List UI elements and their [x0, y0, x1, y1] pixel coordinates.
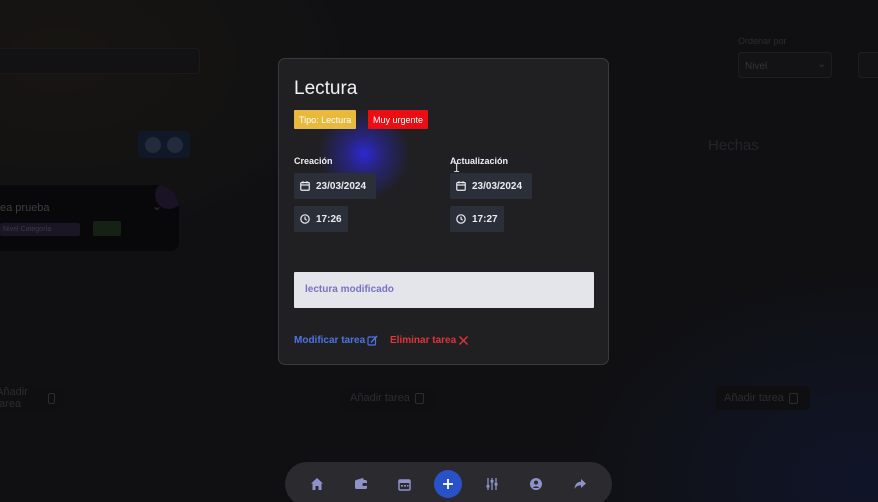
created-date: 23/03/2024: [294, 173, 376, 199]
clock-icon: [300, 214, 310, 224]
share-icon: [574, 479, 586, 489]
delete-task-label: Eliminar tarea: [390, 335, 457, 346]
updated-time-value: 17:27: [472, 213, 498, 225]
created-section: Creación 23/03/2024 17:26: [294, 156, 434, 232]
nav-filters-button[interactable]: [478, 470, 506, 498]
task-description[interactable]: lectura modificado: [294, 272, 594, 308]
close-icon: [459, 336, 469, 345]
created-label: Creación: [294, 156, 333, 166]
created-date-value: 23/03/2024: [316, 180, 367, 192]
home-icon: [310, 478, 323, 490]
updated-date-value: 23/03/2024: [472, 180, 523, 192]
text-cursor-icon: I: [453, 161, 461, 175]
updated-time: 17:27: [450, 206, 504, 232]
created-time: 17:26: [294, 206, 348, 232]
calendar-icon: [300, 181, 310, 191]
nav-profile-button[interactable]: [522, 470, 550, 498]
updated-section: Actualización 23/03/2024 17:27: [450, 156, 590, 232]
nav-wallet-button[interactable]: [347, 470, 375, 498]
sliders-icon: [486, 478, 498, 490]
task-detail-modal: Lectura Tipo: Lectura Muy urgente Creaci…: [278, 58, 609, 365]
bottom-navigation: [285, 462, 612, 502]
clock-icon: [456, 214, 466, 224]
modify-task-label: Modificar tarea: [294, 335, 366, 346]
modify-task-button[interactable]: Modificar tarea: [294, 335, 378, 346]
nav-share-button[interactable]: [566, 470, 594, 498]
calendar-icon: [398, 478, 411, 491]
calendar-icon: [456, 181, 466, 191]
nav-calendar-button[interactable]: [391, 470, 419, 498]
updated-date: 23/03/2024: [450, 173, 532, 199]
wallet-icon: [354, 478, 367, 489]
created-time-value: 17:26: [316, 213, 342, 225]
plus-icon: [443, 479, 454, 489]
modal-title: Lectura: [294, 78, 358, 99]
nav-add-button[interactable]: [434, 470, 463, 498]
nav-home-button[interactable]: [303, 470, 331, 498]
priority-badge: Muy urgente: [368, 110, 429, 129]
updated-label: Actualización: [450, 156, 509, 166]
delete-task-button[interactable]: Eliminar tarea: [390, 335, 469, 346]
type-badge: Tipo: Lectura: [294, 110, 357, 129]
edit-icon: [367, 335, 378, 346]
user-circle-icon: [530, 478, 543, 490]
